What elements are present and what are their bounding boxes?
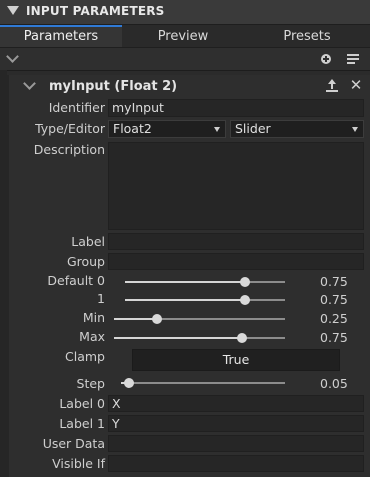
identifier-label: Identifier bbox=[48, 100, 105, 115]
default1-slider[interactable] bbox=[125, 295, 285, 305]
parameter-panel: myInput (Float 2) ✕ Identifier myInput T… bbox=[7, 75, 370, 477]
min-label: Min bbox=[82, 310, 105, 325]
add-parameter-icon[interactable] bbox=[321, 54, 331, 64]
slider-thumb[interactable] bbox=[240, 277, 250, 287]
editor-select-value: Slider bbox=[235, 121, 271, 136]
chevron-down-icon[interactable] bbox=[23, 77, 36, 90]
identifier-field[interactable]: myInput bbox=[108, 99, 364, 117]
description-label: Description bbox=[33, 142, 105, 157]
tab-preview[interactable]: Preview bbox=[122, 25, 244, 47]
min-value: 0.25 bbox=[320, 311, 348, 326]
toolbar bbox=[0, 48, 370, 71]
editor-select[interactable]: Slider bbox=[230, 120, 364, 138]
tab-bar: Parameters Preview Presets bbox=[0, 25, 370, 48]
slider-thumb[interactable] bbox=[151, 314, 162, 324]
user-data-label: User Data bbox=[42, 436, 105, 451]
step-value: 0.05 bbox=[320, 376, 348, 391]
close-icon[interactable]: ✕ bbox=[349, 78, 363, 93]
user-data-field[interactable] bbox=[108, 435, 364, 452]
slider-thumb[interactable] bbox=[237, 333, 248, 343]
slider-thumb[interactable] bbox=[124, 378, 135, 388]
min-slider[interactable] bbox=[114, 314, 285, 324]
panel-title: INPUT PARAMETERS bbox=[26, 4, 165, 18]
tab-presets[interactable]: Presets bbox=[244, 25, 370, 47]
step-slider[interactable] bbox=[121, 378, 285, 388]
max-slider[interactable] bbox=[114, 333, 285, 343]
label1-label: Label 1 bbox=[59, 416, 105, 431]
label0-label: Label 0 bbox=[59, 396, 105, 411]
clamp-label: Clamp bbox=[65, 349, 105, 364]
label1-field[interactable]: Y bbox=[108, 415, 364, 432]
label-label: Label bbox=[71, 234, 105, 249]
description-field[interactable] bbox=[108, 142, 364, 230]
panel-header[interactable]: INPUT PARAMETERS bbox=[0, 0, 370, 25]
step-label: Step bbox=[76, 376, 105, 391]
type-select[interactable]: Float2 bbox=[108, 120, 226, 138]
parameter-title: myInput (Float 2) bbox=[49, 79, 178, 94]
max-value: 0.75 bbox=[320, 330, 348, 345]
default0-slider[interactable] bbox=[125, 277, 285, 287]
max-label: Max bbox=[79, 329, 105, 344]
export-icon[interactable] bbox=[326, 79, 338, 92]
tab-parameters[interactable]: Parameters bbox=[0, 25, 122, 47]
label0-field[interactable]: X bbox=[108, 395, 364, 412]
parameter-header[interactable]: myInput (Float 2) ✕ bbox=[9, 75, 370, 97]
group-field[interactable] bbox=[108, 253, 364, 270]
dropdown-arrow-icon bbox=[214, 127, 220, 132]
default1-value: 0.75 bbox=[320, 292, 348, 307]
panel-left-bar bbox=[0, 70, 7, 477]
collapse-triangle-icon[interactable] bbox=[7, 6, 19, 15]
label-field[interactable] bbox=[108, 233, 364, 250]
default1-label: 1 bbox=[97, 291, 105, 306]
menu-icon[interactable] bbox=[347, 54, 359, 64]
chevron-down-icon[interactable] bbox=[6, 50, 19, 63]
type-editor-label: Type/Editor bbox=[35, 121, 105, 136]
slider-thumb[interactable] bbox=[240, 295, 250, 305]
type-select-value: Float2 bbox=[113, 121, 152, 136]
clamp-toggle-button[interactable]: True bbox=[132, 349, 340, 371]
default0-value: 0.75 bbox=[320, 274, 348, 289]
default0-label: Default 0 bbox=[47, 273, 105, 288]
visible-if-label: Visible If bbox=[52, 456, 105, 471]
group-label: Group bbox=[66, 254, 105, 269]
visible-if-field[interactable] bbox=[108, 455, 364, 472]
dropdown-arrow-icon bbox=[352, 127, 358, 132]
